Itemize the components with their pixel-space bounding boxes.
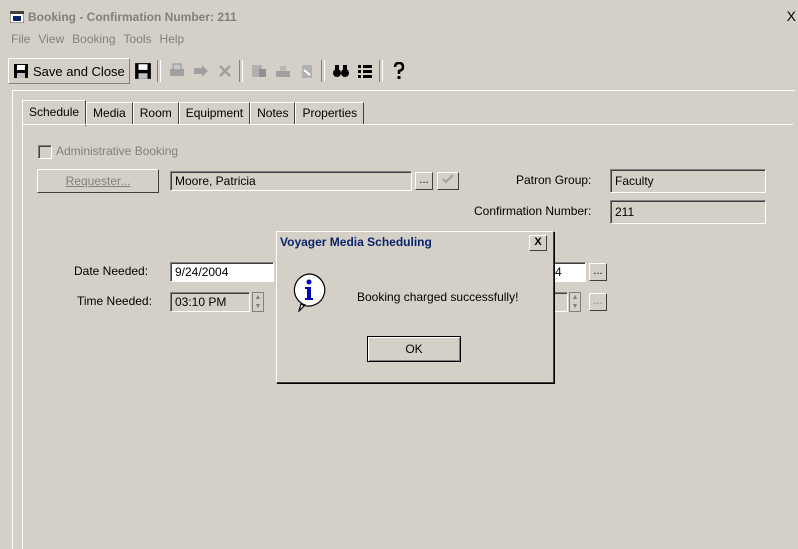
administrative-booking-checkbox[interactable] [38, 145, 52, 159]
patron-group-label: Patron Group: [516, 173, 592, 187]
charge-icon [251, 65, 266, 77]
toolbar-separator [320, 60, 325, 82]
tab-equipment[interactable]: Equipment [178, 102, 251, 125]
requester-button[interactable]: Requester... [37, 169, 159, 193]
question-mark-icon [393, 62, 405, 79]
info-icon [293, 273, 326, 312]
search-button[interactable] [330, 60, 352, 82]
binoculars-icon [332, 65, 349, 77]
clipboard-button[interactable] [296, 60, 318, 82]
dialog-close-button[interactable]: X [529, 235, 547, 251]
discharge-button[interactable] [272, 60, 294, 82]
menu-help[interactable]: Help [157, 32, 190, 50]
time-needed-field[interactable]: 03:10 PM [170, 292, 250, 312]
tab-schedule[interactable]: Schedule [22, 100, 87, 126]
save-and-close-label: Save and Close [33, 63, 125, 79]
delete-button[interactable] [214, 60, 236, 82]
delete-x-icon [218, 65, 231, 77]
charge-button[interactable] [248, 60, 270, 82]
patron-group-field[interactable]: Faculty [610, 169, 766, 193]
app-icon [10, 11, 24, 23]
ok-button[interactable]: OK [367, 336, 461, 362]
tab-notes[interactable]: Notes [250, 102, 296, 125]
date-needed-picker-button[interactable]: ... [589, 263, 607, 281]
window-title-bar: Booking - Confirmation Number: 211 X [8, 8, 798, 26]
requester-verify-button[interactable] [437, 172, 459, 190]
forward-button[interactable] [190, 60, 212, 82]
checkmark-icon [442, 174, 454, 184]
window-title: Booking - Confirmation Number: 211 [28, 10, 237, 24]
message-dialog: Voyager Media Scheduling X Booking charg… [276, 231, 554, 383]
clipboard-icon [301, 65, 312, 78]
dialog-title-bar: Voyager Media Scheduling X [277, 232, 553, 252]
time-needed-label: Time Needed: [77, 294, 152, 308]
floppy-disk-icon [14, 64, 28, 78]
menu-view[interactable]: View [35, 32, 69, 50]
tab-properties[interactable]: Properties [295, 102, 365, 125]
arrow-icon [193, 65, 208, 77]
requester-lookup-button[interactable]: ... [415, 172, 433, 190]
administrative-booking-label: Administrative Booking [56, 144, 179, 158]
dialog-title: Voyager Media Scheduling [280, 235, 432, 249]
dialog-message: Booking charged successfully! [357, 290, 519, 304]
printer-icon [169, 63, 184, 76]
menu-booking[interactable]: Booking [69, 32, 120, 50]
menu-file[interactable]: File [8, 32, 35, 50]
discharge-icon [275, 66, 290, 77]
list-icon [357, 65, 372, 78]
date-needed-label: Date Needed: [74, 264, 149, 278]
confirmation-number-label: Confirmation Number: [474, 204, 592, 218]
time-needed-spinner[interactable]: ▲ ▼ [252, 292, 264, 312]
requester-field[interactable]: Moore, Patricia [170, 171, 412, 191]
tab-room[interactable]: Room [132, 102, 179, 125]
confirmation-number-field[interactable]: 211 [610, 200, 766, 224]
date-needed-field[interactable]: 9/24/2004 [170, 262, 274, 282]
help-button[interactable] [388, 60, 410, 82]
save-button[interactable] [132, 60, 154, 82]
save-and-close-button[interactable]: Save and Close [8, 58, 130, 84]
tab-strip: Schedule Media Room Equipment Notes Prop… [22, 100, 365, 126]
time-needed-picker-button[interactable]: ... [589, 293, 607, 311]
toolbar-separator [156, 60, 161, 82]
toolbar-separator [378, 60, 383, 82]
menu-bar: File View Booking Tools Help [8, 32, 189, 50]
print-button[interactable] [166, 60, 188, 82]
toolbar: Save and Close [8, 56, 788, 86]
menu-tools[interactable]: Tools [121, 32, 157, 50]
window-close-button[interactable]: X [787, 8, 796, 24]
save-icon [134, 63, 151, 79]
time-needed-end-spinner[interactable]: ▲ ▼ [569, 292, 581, 312]
list-button[interactable] [354, 60, 376, 82]
toolbar-separator [238, 60, 243, 82]
tab-media[interactable]: Media [86, 102, 133, 125]
